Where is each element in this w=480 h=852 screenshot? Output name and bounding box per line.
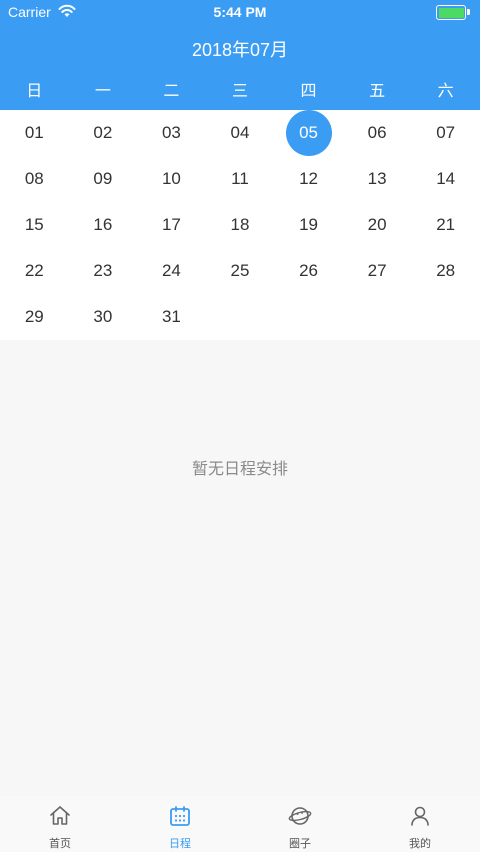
calendar-day[interactable]: 23 [69,248,138,294]
calendar-day[interactable]: 02 [69,110,138,156]
calendar-day[interactable]: 04 [206,110,275,156]
weekday-label: 六 [437,83,454,100]
calendar-day-label: 04 [230,123,250,142]
calendar-day-label: 01 [24,123,44,142]
calendar-day[interactable]: 25 [206,248,275,294]
calendar-day[interactable]: 01 [0,110,69,156]
calendar-day[interactable]: 18 [206,202,275,248]
weekday-label: 一 [94,83,111,100]
calendar-day-label: 03 [161,123,181,142]
tab-label: 日程 [169,838,191,850]
calendar-day-label: 28 [436,261,456,280]
calendar-day-label: 20 [367,215,387,234]
calendar-day-label: 25 [230,261,250,280]
calendar-day[interactable]: 28 [411,248,480,294]
calendar-day-label: 06 [367,123,387,142]
month-title[interactable]: 2018年07月 [0,36,480,62]
calendar-day-label: 10 [161,169,181,188]
tab-home[interactable]: 首页 [0,796,120,852]
calendar-day[interactable]: 12 [274,156,343,202]
calendar-day-label: 21 [436,215,456,234]
calendar-day[interactable]: 16 [69,202,138,248]
weekday-row: 日 一 二 三 四 五 六 [0,80,480,106]
calendar-day[interactable]: 14 [411,156,480,202]
weekday-label: 二 [163,83,180,100]
calendar-day[interactable]: 31 [137,294,206,340]
calendar-day-label: 12 [299,169,318,188]
planet-icon [288,807,312,825]
tab-circle[interactable]: 圈子 [240,796,360,852]
empty-schedule-message: 暂无日程安排 [191,461,288,478]
calendar-day-selected[interactable]: 05 [274,110,343,156]
tab-label: 我的 [409,838,431,850]
calendar-day-label: 14 [436,169,456,188]
calendar-day-label: 13 [367,169,387,188]
tab-label: 圈子 [289,838,311,850]
calendar-day[interactable]: 09 [69,156,138,202]
calendar-day[interactable]: 26 [274,248,343,294]
user-icon [411,806,429,826]
calendar-day-label: 11 [231,169,249,188]
home-icon [50,806,70,825]
calendar-day[interactable]: 08 [0,156,69,202]
calendar-day[interactable]: 20 [343,202,412,248]
tab-bar: 首页 日程 圈子 我的 [0,796,480,852]
calendar-day[interactable]: 24 [137,248,206,294]
calendar-grid: 01 02 03 04 05 06 07 08 09 10 11 12 13 14 15 16 17 18 19 20… [0,110,480,340]
calendar-day-label: 09 [93,169,113,188]
calendar-day[interactable]: 13 [343,156,412,202]
calendar-day[interactable]: 10 [137,156,206,202]
calendar-icon [170,806,190,826]
calendar-day-label: 31 [161,307,181,326]
calendar-day[interactable]: 27 [343,248,412,294]
calendar-day-label: 29 [24,307,44,326]
calendar-day-label: 26 [299,261,318,280]
calendar-day[interactable]: 11 [206,156,275,202]
calendar-day[interactable]: 21 [411,202,480,248]
calendar-day-label: 05 [285,110,332,156]
calendar-day[interactable]: 30 [69,294,138,340]
calendar-day[interactable]: 19 [274,202,343,248]
calendar-day[interactable]: 29 [0,294,69,340]
calendar-day-label: 23 [93,261,113,280]
weekday-label: 三 [231,83,248,100]
weekday-label: 日 [26,83,43,100]
tab-profile[interactable]: 我的 [360,796,480,852]
calendar-day-label: 02 [93,123,113,142]
calendar-day-label: 17 [161,215,181,234]
tab-label: 首页 [49,838,71,850]
battery-icon [436,5,470,20]
status-time: 5:44 PM [213,4,267,20]
calendar-day-label: 22 [24,261,44,280]
weekday-label: 五 [369,83,386,100]
status-bar: Carrier 5:44 PM [0,0,480,24]
calendar-day[interactable]: 15 [0,202,69,248]
calendar-day-label: 16 [93,215,113,234]
calendar-day-label: 08 [24,169,44,188]
calendar-day[interactable]: 06 [343,110,412,156]
calendar-day-label: 18 [230,215,250,234]
calendar-day[interactable]: 03 [137,110,206,156]
calendar-day-label: 27 [367,261,387,280]
calendar-day-label: 07 [436,123,456,142]
calendar-day-label: 15 [24,215,44,234]
header: Carrier 5:44 PM 2018年07月 日 一 二 三 四 五 六 [0,0,480,110]
calendar-day-label: 30 [93,307,113,326]
tab-schedule[interactable]: 日程 [120,796,240,852]
calendar-day-label: 19 [299,215,318,234]
calendar-day[interactable]: 07 [411,110,480,156]
calendar-day[interactable]: 22 [0,248,69,294]
calendar-day-label: 24 [161,261,181,280]
calendar-day[interactable]: 17 [137,202,206,248]
weekday-label: 四 [300,83,317,100]
